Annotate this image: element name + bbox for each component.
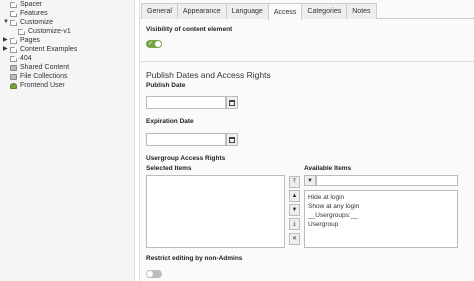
remove-item-button[interactable]: ✕ (289, 233, 300, 245)
move-top-icon: ⤒ (293, 179, 296, 185)
tab-general[interactable]: General (141, 3, 178, 19)
tree-item-features[interactable]: Features (10, 9, 48, 18)
visibility-toggle[interactable]: ✓ (146, 40, 162, 48)
arrow-up-icon: ▲ (291, 193, 298, 199)
toggle-knob (147, 271, 153, 277)
page-icon (10, 10, 17, 17)
tree-item-label: Features (20, 10, 48, 17)
content-element-editor: General Appearance Language Access Categ… (139, 0, 474, 281)
page-tree: Spacer Features ▼ Customize Customize-v1… (0, 0, 135, 281)
collapse-arrow-icon[interactable]: ▼ (3, 18, 9, 27)
filter-icon: ▼ (307, 177, 313, 184)
available-item[interactable]: Show at any login (308, 202, 454, 211)
available-item[interactable]: Usergroup (308, 220, 454, 229)
page-icon (10, 19, 17, 26)
user-folder-icon (10, 82, 17, 89)
section-title: Publish Dates and Access Rights (146, 70, 271, 80)
tree-item-label: 404 (20, 55, 32, 62)
tree-item-spacer[interactable]: Spacer (10, 0, 42, 9)
tree-item-label: Pages (20, 37, 40, 44)
tree-item-file-collections[interactable]: File Collections (10, 72, 67, 81)
tree-item-404[interactable]: 404 (10, 54, 32, 63)
arrow-down-icon: ▼ (291, 207, 298, 213)
move-up-button[interactable]: ▲ (289, 190, 300, 202)
move-bottom-icon: ⤓ (293, 221, 296, 227)
tab-access[interactable]: Access (267, 3, 303, 20)
tab-categories[interactable]: Categories (301, 3, 348, 19)
tab-notes[interactable]: Notes (346, 3, 377, 19)
filter-input[interactable] (316, 175, 458, 186)
filter-button[interactable]: ▼ (304, 175, 316, 186)
tree-item-customize-v1[interactable]: Customize-v1 (18, 27, 71, 36)
visibility-label: Visibility of content element (146, 26, 233, 33)
section-divider (140, 61, 474, 62)
page-icon (10, 1, 17, 8)
page-icon (18, 28, 25, 35)
tree-item-label: Customize (20, 19, 54, 26)
folder-icon (10, 64, 17, 71)
move-down-button[interactable]: ▼ (289, 204, 300, 216)
selected-items-list[interactable] (146, 175, 285, 248)
available-items-label: Available Items (304, 165, 352, 172)
tree-item-content-examples[interactable]: Content Examples (10, 45, 77, 54)
move-bottom-button[interactable]: ⤓ (289, 218, 300, 230)
restrict-editing-toggle[interactable] (146, 270, 162, 278)
available-items-list[interactable]: Hide at login Show at any login __Usergr… (304, 190, 458, 248)
move-top-button[interactable]: ⤒ (289, 176, 300, 188)
publish-date-input[interactable] (146, 96, 226, 109)
available-item[interactable]: Hide at login (308, 193, 454, 202)
selected-items-label: Selected Items (146, 165, 192, 172)
restrict-editing-label: Restrict editing by non-Admins (146, 255, 243, 262)
tree-item-label: Spacer (20, 1, 43, 8)
expiration-date-picker-button[interactable] (226, 133, 238, 146)
check-icon: ✓ (148, 41, 154, 47)
folder-icon (10, 73, 17, 80)
calendar-icon (229, 99, 235, 106)
page-icon (10, 37, 17, 44)
tree-item-label: Customize-v1 (28, 28, 71, 35)
toggle-knob (155, 41, 161, 47)
expand-arrow-icon[interactable]: ▶ (3, 45, 8, 54)
page-icon (10, 55, 17, 62)
tree-item-label: Frontend User (20, 82, 65, 89)
tree-item-frontend-user[interactable]: Frontend User (10, 81, 65, 90)
publish-date-label: Publish Date (146, 82, 186, 89)
expand-arrow-icon[interactable]: ▶ (3, 36, 8, 45)
tab-appearance[interactable]: Appearance (176, 3, 227, 19)
tab-bar: General Appearance Language Access Categ… (140, 3, 474, 20)
expiration-date-input[interactable] (146, 133, 226, 146)
page-icon (10, 46, 17, 53)
expiration-date-label: Expiration Date (146, 118, 194, 125)
tree-item-pages[interactable]: Pages (10, 36, 40, 45)
trash-icon: ✕ (291, 236, 298, 242)
available-item[interactable]: __Usergroups:__ (308, 211, 454, 220)
tree-item-shared-content[interactable]: Shared Content (10, 63, 69, 72)
tree-item-label: Content Examples (20, 46, 78, 53)
tab-language[interactable]: Language (225, 3, 269, 19)
access-tab-content: Visibility of content element ✓ Publish … (140, 20, 474, 281)
calendar-icon (229, 136, 235, 143)
tree-item-label: File Collections (20, 73, 68, 80)
publish-date-picker-button[interactable] (226, 96, 238, 109)
usergroup-label: Usergroup Access Rights (146, 155, 226, 162)
tree-item-customize[interactable]: Customize (10, 18, 53, 27)
tree-item-label: Shared Content (20, 64, 70, 71)
